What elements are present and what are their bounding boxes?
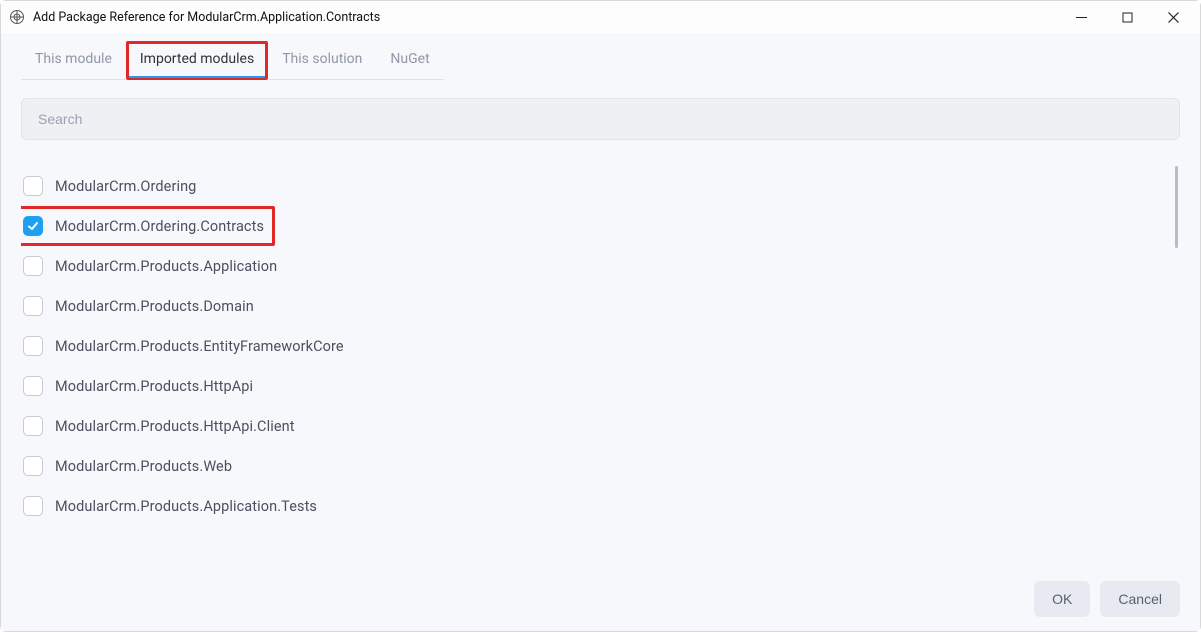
checkbox[interactable] — [23, 256, 43, 276]
checkbox[interactable] — [23, 216, 43, 236]
checkbox[interactable] — [23, 376, 43, 396]
ok-button[interactable]: OK — [1034, 581, 1090, 617]
close-button[interactable] — [1150, 2, 1196, 32]
package-list-wrap: ModularCrm.Ordering ModularCrm.Ordering.C… — [21, 166, 1180, 569]
checkbox[interactable] — [23, 496, 43, 516]
checkbox[interactable] — [23, 456, 43, 476]
package-row[interactable]: ModularCrm.Ordering.Contracts — [21, 206, 275, 246]
checkbox[interactable] — [23, 416, 43, 436]
checkbox[interactable] — [23, 176, 43, 196]
package-row[interactable]: ModularCrm.Products.HttpApi.Client — [21, 406, 1175, 446]
tab-nuget[interactable]: NuGet — [376, 41, 443, 80]
package-name: ModularCrm.Ordering — [55, 178, 196, 195]
package-name: ModularCrm.Products.Application — [55, 258, 277, 275]
package-row[interactable]: ModularCrm.Ordering — [21, 166, 1175, 206]
package-row[interactable]: ModularCrm.Products.Domain — [21, 286, 1175, 326]
tab-this-solution[interactable]: This solution — [268, 41, 376, 80]
tab-imported-modules[interactable]: Imported modules — [126, 41, 268, 80]
package-name: ModularCrm.Products.Domain — [55, 298, 254, 315]
package-row[interactable]: ModularCrm.Products.EntityFrameworkCore — [21, 326, 1175, 366]
app-icon — [9, 9, 25, 25]
package-row[interactable]: ModularCrm.Products.HttpApi — [21, 366, 1175, 406]
cancel-button[interactable]: Cancel — [1100, 581, 1180, 617]
maximize-button[interactable] — [1104, 2, 1150, 32]
titlebar: Add Package Reference for ModularCrm.App… — [1, 1, 1200, 33]
tab-this-module[interactable]: This module — [21, 41, 126, 80]
package-name: ModularCrm.Products.HttpApi.Client — [55, 418, 295, 435]
package-name: ModularCrm.Ordering.Contracts — [55, 218, 264, 235]
tabs: This moduleImported modulesThis solution… — [21, 41, 1180, 80]
window-title: Add Package Reference for ModularCrm.App… — [33, 10, 1058, 25]
package-name: ModularCrm.Products.Application.Tests — [55, 498, 317, 515]
minimize-button[interactable] — [1058, 2, 1104, 32]
checkbox[interactable] — [23, 336, 43, 356]
scrollbar[interactable] — [1175, 166, 1178, 248]
package-list: ModularCrm.Ordering ModularCrm.Ordering.C… — [21, 166, 1175, 569]
package-row[interactable]: ModularCrm.Products.Web — [21, 446, 1175, 486]
package-row[interactable]: ModularCrm.Products.Application — [21, 246, 1175, 286]
package-row[interactable]: ModularCrm.Products.Application.Tests — [21, 486, 1175, 526]
dialog-footer: OK Cancel — [1, 569, 1200, 631]
search-input[interactable] — [21, 98, 1180, 140]
checkbox[interactable] — [23, 296, 43, 316]
dialog-body: This moduleImported modulesThis solution… — [1, 33, 1200, 569]
package-name: ModularCrm.Products.Web — [55, 458, 232, 475]
package-name: ModularCrm.Products.EntityFrameworkCore — [55, 338, 344, 355]
package-name: ModularCrm.Products.HttpApi — [55, 378, 253, 395]
window-controls — [1058, 2, 1196, 32]
